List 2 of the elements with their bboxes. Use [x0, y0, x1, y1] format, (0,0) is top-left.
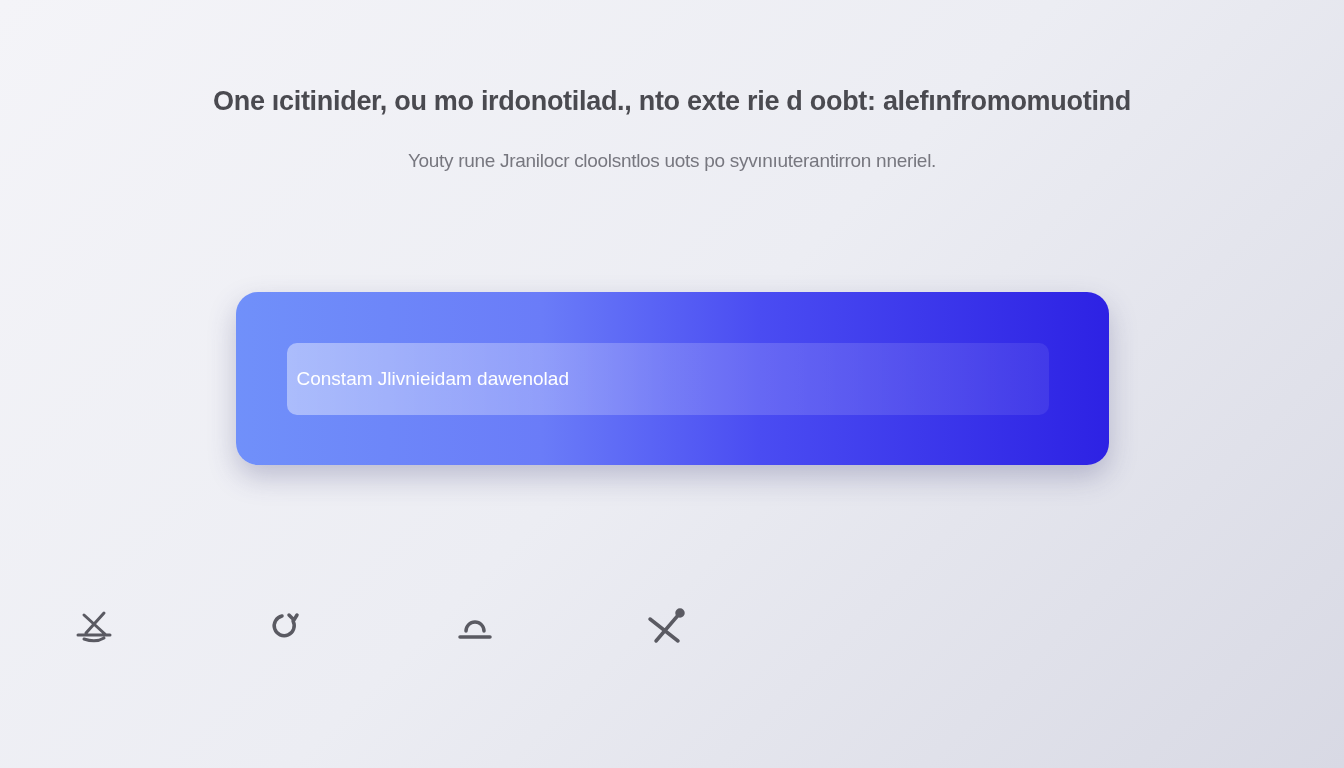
heading: One ıcitinider, ou mo irdonotilad., nto exte rie d oobt: alefınfromomuotind [213, 86, 1131, 117]
subheading: Youty rune Jranilocr cloolsntlos uots po syvınıuterantirron nneriel. [407, 150, 937, 172]
